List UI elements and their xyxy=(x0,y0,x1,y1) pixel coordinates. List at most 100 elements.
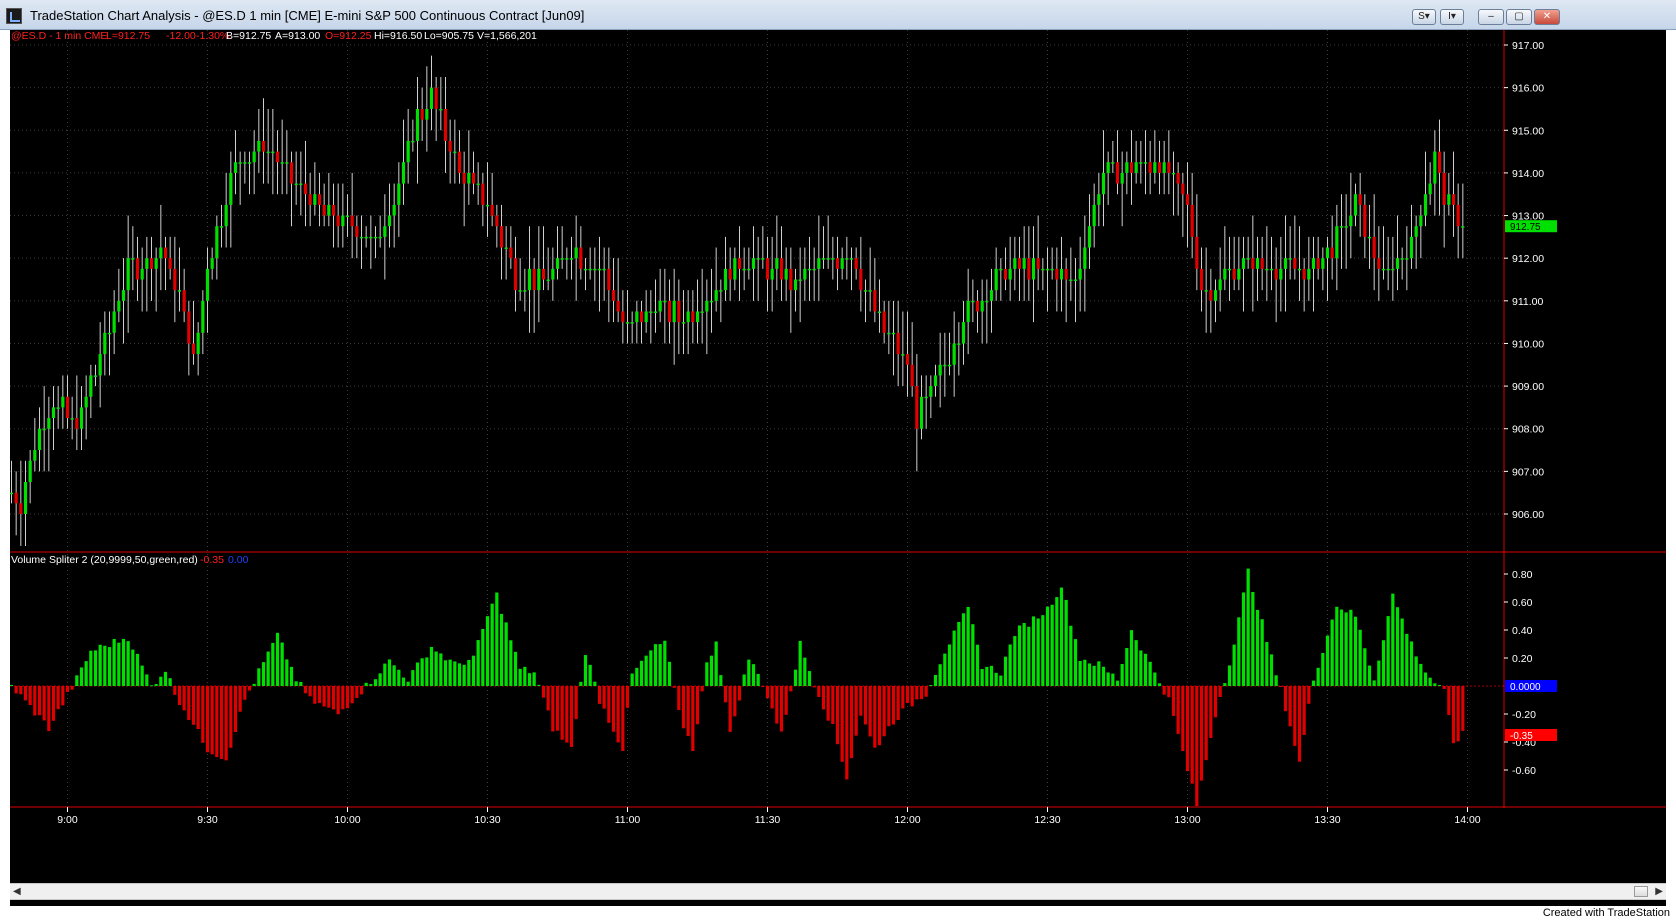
candle-body xyxy=(1325,247,1330,259)
volume-split-bar xyxy=(1101,666,1106,686)
candle-body xyxy=(677,300,681,323)
volume-split-bar xyxy=(784,686,788,715)
minimize-button[interactable]: – xyxy=(1478,9,1504,25)
candle-body xyxy=(140,268,144,280)
candle-body xyxy=(952,343,956,365)
candle-body xyxy=(1209,290,1213,301)
candle-body xyxy=(336,215,340,227)
candle-body xyxy=(28,460,32,483)
volume-split-bar xyxy=(1237,617,1241,686)
volume-split-bar xyxy=(1265,642,1269,686)
candle-body xyxy=(1045,268,1050,271)
candle-body xyxy=(392,204,396,216)
candle-body xyxy=(859,268,863,291)
scroll-left-arrow-icon[interactable]: ◀ xyxy=(13,886,21,897)
chart-area[interactable]: 917.00 916.00 915.00 914.00 913.00 912.00 911.… xyxy=(9,30,1666,906)
volume-split-bar xyxy=(1143,653,1148,686)
candle-body xyxy=(1223,268,1227,280)
volume-split-bar xyxy=(635,667,639,686)
volume-split-bar xyxy=(187,686,191,720)
volume-split-bar xyxy=(1461,686,1465,731)
volume-split-bar xyxy=(1162,686,1166,695)
horizontal-scrollbar[interactable]: ◀ ▶ xyxy=(10,883,1666,900)
quote-line: @ES.D - 1 min CME xyxy=(11,30,107,42)
volume-split-bar xyxy=(509,640,513,686)
candle-body xyxy=(1227,268,1232,271)
volume-split-bar xyxy=(1199,686,1204,781)
candle-body xyxy=(98,354,102,376)
candle-body xyxy=(672,300,676,323)
candle-body xyxy=(1115,162,1120,184)
candle-body xyxy=(737,258,742,269)
volume-split-bar xyxy=(761,686,765,687)
candle-body xyxy=(635,311,639,323)
candle-body xyxy=(1251,258,1255,269)
candle-body xyxy=(747,268,751,271)
candle-body xyxy=(471,172,476,184)
volume-split-bar xyxy=(163,671,168,686)
volume-split-bar xyxy=(574,686,578,720)
candle-body xyxy=(607,268,611,291)
volume-split-bar xyxy=(1167,686,1171,698)
candle-body xyxy=(728,268,732,280)
candle-body xyxy=(513,258,518,291)
scroll-right-arrow-icon[interactable]: ▶ xyxy=(1655,886,1663,897)
candle-body xyxy=(1101,172,1106,195)
candle-body xyxy=(504,247,508,250)
candle-body xyxy=(1447,194,1451,205)
candle-body xyxy=(840,258,844,269)
volume-split-bar xyxy=(1358,629,1362,686)
candle-body xyxy=(966,300,970,323)
candle-body xyxy=(877,311,882,313)
candle-body xyxy=(579,247,583,269)
candle-body xyxy=(285,162,289,164)
candle-body xyxy=(420,108,424,120)
candle-body xyxy=(644,311,648,323)
candle-body xyxy=(761,258,765,260)
volume-split-bar xyxy=(639,660,644,686)
volume-split-bar xyxy=(1447,686,1451,715)
indicator-value-1: -0.35 xyxy=(200,554,224,566)
candle-body xyxy=(555,258,560,269)
s-menu-button[interactable]: S▾ xyxy=(1412,9,1436,25)
chart-svg[interactable]: 917.00916.00915.00914.00913.00912.00911.… xyxy=(9,30,1666,906)
volume-split-bar xyxy=(1059,587,1064,686)
volume-split-bar xyxy=(1097,661,1101,686)
candle-body xyxy=(1185,194,1190,205)
volume-split-bar xyxy=(966,606,970,686)
scroll-thumb[interactable] xyxy=(1634,886,1648,897)
volume-split-bar xyxy=(1129,630,1134,686)
volume-split-bar xyxy=(747,659,751,686)
candle-body xyxy=(742,268,746,271)
candle-body xyxy=(112,311,116,333)
volume-split-bar xyxy=(532,672,536,686)
candle-body xyxy=(1139,162,1143,164)
volume-split-bar xyxy=(322,686,326,707)
candle-body xyxy=(611,290,616,301)
candle-body xyxy=(929,386,933,397)
candle-body xyxy=(462,172,466,184)
close-button[interactable]: ✕ xyxy=(1534,9,1560,25)
i-menu-button[interactable]: I▾ xyxy=(1440,9,1464,25)
candle-body xyxy=(789,268,793,291)
volume-split-bar xyxy=(1218,686,1222,697)
candle-body xyxy=(1316,258,1320,269)
volume-split-bar xyxy=(1400,618,1404,686)
candle-body xyxy=(159,247,163,259)
candle-body xyxy=(947,364,952,367)
volume-split-bar xyxy=(901,686,905,709)
candle-body xyxy=(807,268,812,271)
maximize-button[interactable]: ▢ xyxy=(1506,9,1532,25)
volume-split-bar xyxy=(798,640,802,686)
volume-split-bar xyxy=(597,686,602,704)
volume-split-bar xyxy=(616,686,620,743)
candle-body xyxy=(1176,172,1180,184)
candle-body xyxy=(1330,247,1334,259)
volume-split-bar xyxy=(453,661,457,686)
volume-split-bar xyxy=(831,686,835,724)
volume-split-bar xyxy=(93,650,98,686)
candle-body xyxy=(882,311,886,333)
indicator-label: Volume Spliter 2 (20,9999,50,green,red) xyxy=(11,554,198,566)
candle-body xyxy=(999,268,1003,271)
time-tick-label: 10:00 xyxy=(334,814,360,826)
